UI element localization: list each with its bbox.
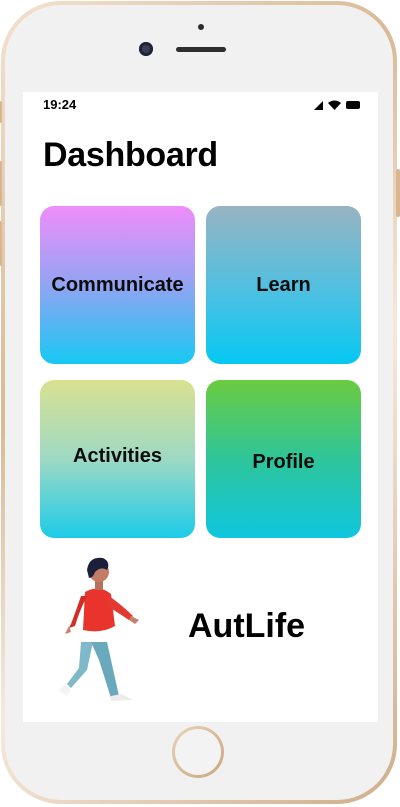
app-screen: 19:24 Dashboard Communicate Learn Activi… bbox=[23, 92, 378, 722]
power-button bbox=[396, 169, 400, 217]
status-bar: 19:24 bbox=[23, 92, 378, 118]
learn-tile-label: Learn bbox=[256, 273, 311, 296]
walking-person-illustration bbox=[59, 557, 139, 701]
communicate-tile-label: Communicate bbox=[51, 273, 184, 296]
front-camera bbox=[139, 42, 153, 56]
battery-icon bbox=[346, 101, 360, 109]
app-brand-name: AutLife bbox=[188, 607, 306, 645]
volume-down-button bbox=[0, 221, 2, 266]
activities-tile[interactable]: Activities bbox=[40, 380, 195, 538]
status-time: 19:24 bbox=[43, 97, 77, 112]
home-button[interactable] bbox=[172, 726, 224, 778]
wifi-icon bbox=[328, 100, 341, 110]
communicate-tile[interactable]: Communicate bbox=[40, 206, 195, 364]
signal-icon bbox=[314, 100, 323, 110]
earpiece-speaker bbox=[176, 47, 226, 52]
proximity-sensor bbox=[198, 24, 204, 30]
profile-tile-label: Profile bbox=[252, 450, 315, 473]
status-icons bbox=[314, 100, 360, 110]
mute-switch bbox=[0, 101, 2, 123]
learn-tile[interactable]: Learn bbox=[206, 206, 361, 364]
activities-tile-label: Activities bbox=[73, 444, 162, 467]
profile-tile[interactable]: Profile bbox=[206, 380, 361, 538]
volume-up-button bbox=[0, 161, 2, 206]
page-title: Dashboard bbox=[43, 136, 218, 174]
